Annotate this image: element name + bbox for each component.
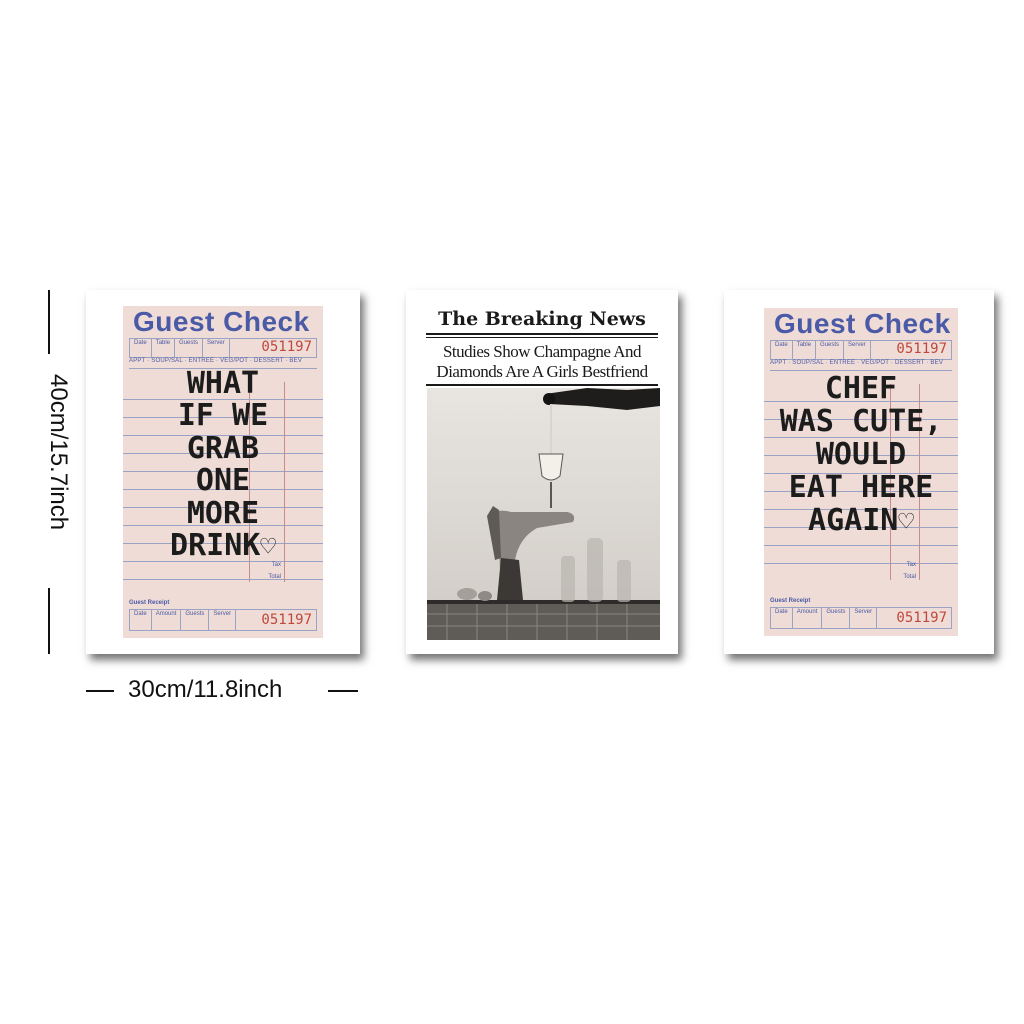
poster-breaking-news: The Breaking News Studies Show Champagne…: [406, 290, 678, 654]
header-server: Server: [203, 339, 230, 357]
receipt-guests: Guests: [822, 608, 851, 628]
tax-label: Tax: [271, 562, 281, 568]
masthead-rule: [426, 333, 658, 335]
heart-icon: ♡: [898, 507, 914, 537]
total-label: Total: [268, 574, 281, 580]
check-number: 051197: [261, 339, 312, 355]
photo-illustration: [427, 388, 660, 640]
receipt-number: 051197: [261, 612, 312, 628]
receipt-label: Guest Receipt: [129, 600, 170, 606]
poster-guest-check-chef: Guest Check Date Table Guests Server 051…: [724, 290, 994, 654]
champagne-heel-photo: [427, 388, 660, 640]
check-title: Guest Check: [133, 306, 310, 337]
receipt-amount: Amount: [152, 610, 182, 630]
message-line: DRINK: [170, 527, 261, 563]
total-label: Total: [903, 574, 916, 580]
height-dimension-label: 40cm/15.7inch: [45, 374, 72, 531]
message-line-with-heart: AGAIN♡: [764, 504, 958, 537]
message-line: WAS CUTE,: [779, 404, 943, 439]
receipt-date: Date: [130, 610, 152, 630]
receipt-server: Server: [850, 608, 878, 628]
headline-rule: [426, 384, 658, 386]
check-header-row: Date Table Guests Server 051197: [770, 340, 952, 360]
message-line-with-heart: DRINK♡: [123, 527, 323, 563]
width-dimension-line-right: [328, 690, 358, 692]
receipt-number: 051197: [896, 610, 947, 626]
header-table: Table: [793, 341, 817, 359]
message-line: EAT HERE: [788, 470, 934, 505]
check-number: 051197: [896, 341, 947, 357]
header-date: Date: [771, 341, 793, 359]
header-table: Table: [152, 339, 176, 357]
guest-check-paper: Guest Check Date Table Guests Server 051…: [764, 308, 958, 636]
height-dimension-line-top: [48, 290, 50, 354]
course-row: APPT · SOUP/SAL · ENTREE · VEG/POT · DES…: [770, 360, 952, 371]
receipt-row: Date Amount Guests Server 051197: [770, 607, 952, 629]
receipt-guests: Guests: [181, 610, 210, 630]
tax-label: Tax: [906, 562, 916, 568]
receipt-amount: Amount: [793, 608, 823, 628]
message-line: CHEF: [824, 371, 898, 406]
headline-line: Diamonds Are A Girls Bestfriend: [436, 362, 648, 381]
width-dimension-label: 30cm/11.8inch: [128, 676, 283, 703]
message-line: WHAT: [186, 366, 260, 401]
receipt-row: Date Amount Guests Server 051197: [129, 609, 317, 631]
guest-check-paper: Guest Check Date Table Guests Server 051…: [123, 306, 323, 638]
header-guests: Guests: [816, 341, 845, 359]
newspaper-headline: Studies Show Champagne And Diamonds Are …: [424, 342, 660, 382]
check-header-row: Date Table Guests Server 051197: [129, 338, 317, 358]
message-line: GRAB: [186, 430, 260, 466]
message-line: ONE: [195, 463, 251, 499]
handwritten-message: CHEF WAS CUTE, WOULD EAT HERE AGAIN♡: [764, 372, 958, 537]
header-date: Date: [130, 339, 152, 357]
headline-line: Studies Show Champagne And: [442, 342, 642, 361]
receipt-date: Date: [771, 608, 793, 628]
header-guests: Guests: [175, 339, 204, 357]
message-line: AGAIN: [808, 503, 899, 538]
masthead-rule-thin: [426, 337, 658, 338]
message-line: WOULD: [815, 437, 907, 472]
message-line: MORE: [186, 495, 260, 531]
heart-icon: ♡: [260, 531, 276, 562]
receipt-server: Server: [209, 610, 237, 630]
receipt-label: Guest Receipt: [770, 598, 811, 604]
message-line: IF WE: [177, 398, 269, 434]
check-title: Guest Check: [774, 308, 951, 339]
height-dimension-line-bottom: [48, 588, 50, 654]
newspaper-masthead: The Breaking News: [438, 308, 646, 330]
handwritten-message: WHAT IF WE GRAB ONE MORE DRINK♡: [123, 366, 323, 563]
width-dimension-line-left: [86, 690, 114, 692]
header-server: Server: [844, 341, 871, 359]
poster-guest-check-drink: Guest Check Date Table Guests Server 051…: [86, 290, 360, 654]
